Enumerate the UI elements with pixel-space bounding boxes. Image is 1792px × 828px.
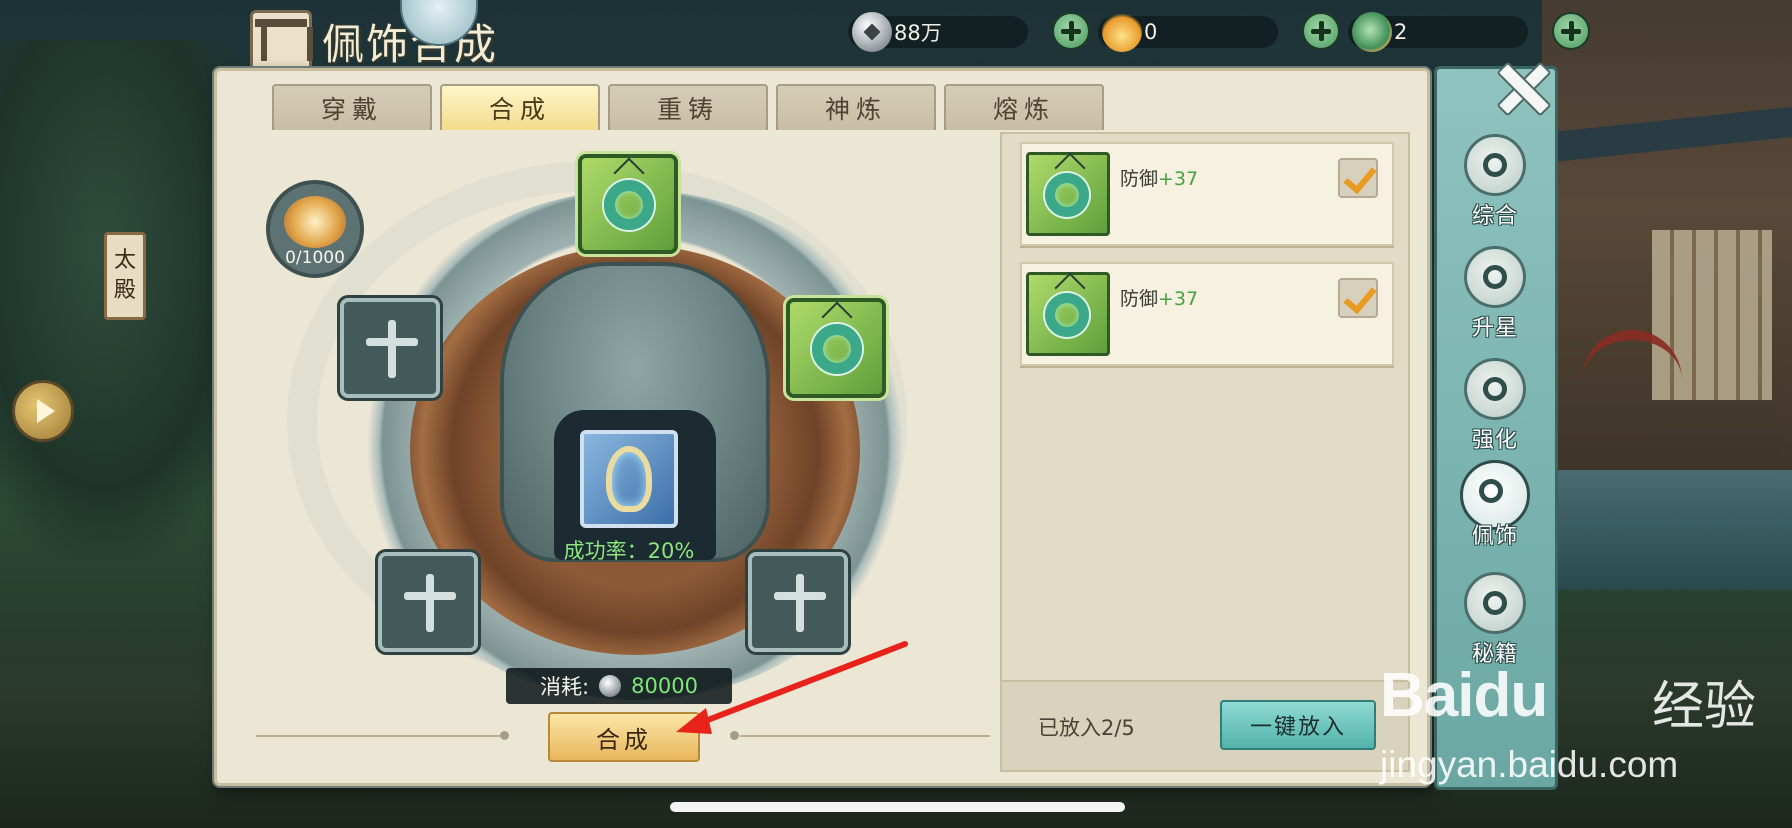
jade-pendant-icon: [812, 324, 862, 374]
material-slot-top[interactable]: [578, 154, 678, 254]
result-pendant-slot[interactable]: [580, 430, 678, 528]
sign-char-1: 太: [113, 248, 136, 273]
jade-pendant-icon: [1045, 173, 1089, 217]
tab-refine[interactable]: 神炼: [776, 84, 936, 130]
silver-coin-icon: [599, 675, 622, 697]
material-card[interactable]: 防御+37: [1020, 142, 1394, 246]
stat-value: +37: [1158, 288, 1199, 310]
tab-label: 重铸: [656, 95, 719, 124]
card-stat: 防御+37: [1120, 284, 1198, 311]
nav-item-pendant[interactable]: 佩饰: [1450, 460, 1540, 564]
list-footer: 已放入2/5 一键放入: [1002, 680, 1408, 770]
tab-wear[interactable]: 穿戴: [272, 84, 432, 130]
checkbox-checked-icon[interactable]: [1338, 278, 1378, 318]
divider-dot: [730, 731, 739, 740]
home-indicator[interactable]: [670, 802, 1125, 812]
glyph: [1483, 377, 1507, 401]
background-building: [1522, 0, 1792, 520]
divider-left: [256, 735, 500, 737]
add-flame-button[interactable]: [1302, 12, 1340, 50]
currency-value: 88万: [894, 21, 942, 45]
add-silver-button[interactable]: [1052, 12, 1090, 50]
scroll-icon: [1464, 572, 1526, 634]
jade-pendant-icon: [1045, 293, 1089, 337]
glyph: [1483, 591, 1507, 615]
material-card[interactable]: 防御+37: [1020, 262, 1394, 366]
material-list[interactable]: 防御+37 防御+37 已放入2/5 一键放入: [1000, 132, 1410, 772]
background-bridge: [1582, 330, 1682, 440]
divider-dot: [500, 731, 509, 740]
tab-label: 穿戴: [320, 95, 383, 124]
material-slot-right[interactable]: [786, 298, 886, 398]
material-slot-bottom-right[interactable]: [748, 552, 848, 652]
stat-value: +37: [1158, 168, 1199, 190]
forge-title-icon: [250, 10, 313, 72]
nav-label: 秘籍: [1471, 642, 1518, 667]
currency-flame: 0: [1098, 12, 1340, 52]
card-item-icon: [1026, 272, 1110, 356]
stat-name: 防御: [1120, 288, 1159, 310]
divider-right: [740, 735, 990, 737]
page-header: 佩饰合成: [250, 0, 498, 76]
add-jade-button[interactable]: [1552, 12, 1590, 50]
auto-fill-button[interactable]: 一键放入: [1220, 700, 1376, 750]
card-stat: 防御+37: [1120, 164, 1198, 191]
nav-label: 强化: [1471, 428, 1518, 453]
jade-token-icon: [1352, 12, 1392, 52]
background-water: [1532, 470, 1792, 590]
tab-synthesis[interactable]: 合成: [440, 84, 600, 130]
cost-value: 80000: [631, 674, 698, 698]
silver-coin-icon: [852, 12, 892, 52]
currency-value: 0: [1144, 20, 1158, 44]
synthesize-label: 合成: [596, 725, 652, 754]
anvil-icon: [1464, 358, 1526, 420]
material-slot-bottom-left[interactable]: [378, 552, 478, 652]
synthesize-button[interactable]: 合成: [548, 712, 700, 762]
stars-icon: [1464, 246, 1526, 308]
cost-display: 消耗: 80000: [506, 668, 732, 704]
building-eave: [1522, 104, 1792, 166]
orb-count: 0/1000: [285, 248, 345, 268]
cost-label: 消耗:: [540, 675, 590, 699]
checkbox-checked-icon[interactable]: [1338, 158, 1378, 198]
glyph: [1483, 153, 1507, 177]
stat-name: 防御: [1120, 168, 1159, 190]
jade-pendant-icon: [604, 180, 654, 230]
play-button[interactable]: [12, 380, 74, 442]
nav-label: 升星: [1471, 316, 1518, 341]
glyph: [1483, 265, 1507, 289]
currency-jade: 2: [1348, 12, 1590, 52]
tab-label: 神炼: [824, 95, 887, 124]
nav-item-enhance[interactable]: 强化: [1450, 358, 1540, 462]
tab-label: 合成: [488, 95, 551, 124]
tab-recast[interactable]: 重铸: [608, 84, 768, 130]
blue-pendant-icon: [606, 446, 652, 512]
currency-pill: 2: [1348, 12, 1528, 52]
nav-item-general[interactable]: 综合: [1450, 134, 1540, 238]
tab-bar: 穿戴 合成 重铸 神炼 熔炼: [272, 84, 1104, 130]
nav-item-star-up[interactable]: 升星: [1450, 246, 1540, 350]
flame-token-icon: [1102, 12, 1142, 52]
sign-char-2: 殿: [113, 278, 136, 303]
auto-fill-label: 一键放入: [1249, 715, 1346, 740]
play-icon: [36, 399, 55, 423]
essence-orb-icon: [284, 196, 346, 248]
card-item-icon: [1026, 152, 1110, 236]
glyph: [1479, 479, 1503, 503]
success-rate: 成功率：20%: [563, 539, 695, 563]
currency-pill: 0: [1098, 12, 1278, 52]
tab-label: 熔炼: [992, 95, 1055, 124]
nav-label: 综合: [1471, 204, 1518, 229]
placed-count: 已放入2/5: [1038, 716, 1135, 740]
close-button[interactable]: [1490, 56, 1552, 118]
currency-pill: 88万: [848, 12, 1028, 52]
nav-item-secret[interactable]: 秘籍: [1450, 572, 1540, 676]
nav-label: 佩饰: [1471, 524, 1518, 549]
swirl-icon: [1464, 134, 1526, 196]
currency-value: 2: [1394, 20, 1408, 44]
material-slot-left[interactable]: [340, 298, 440, 398]
currency-silver: 88万: [848, 12, 1090, 52]
tab-smelt[interactable]: 熔炼: [944, 84, 1104, 130]
palace-sign[interactable]: 太 殿: [104, 232, 146, 320]
